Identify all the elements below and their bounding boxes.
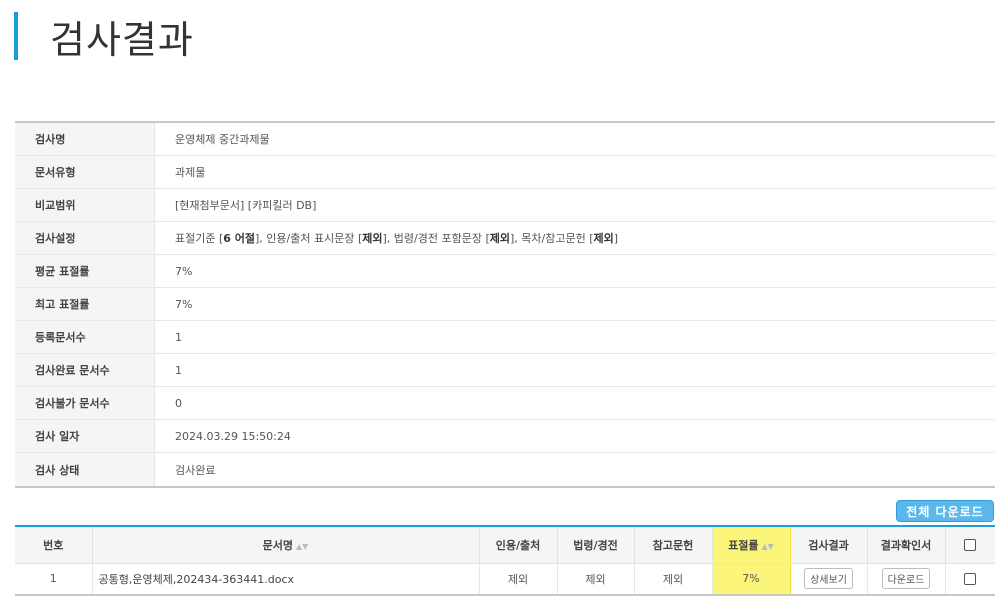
- settings-text: ], 법령/경전 포함문장 [: [382, 232, 490, 245]
- cell-certificate: 다운로드: [867, 563, 946, 595]
- page-header: 검사결과: [14, 10, 194, 62]
- col-header-select-all: [945, 526, 995, 564]
- info-row-max-rate: 최고 표절률 7%: [15, 288, 995, 321]
- info-label: 검사불가 문서수: [15, 387, 155, 419]
- info-row-date: 검사 일자 2024.03.29 15:50:24: [15, 420, 995, 453]
- info-value: 검사완료: [175, 463, 216, 477]
- col-header-doc-name[interactable]: 문서명 ▲▼: [92, 526, 480, 564]
- info-row-doc-type: 문서유형 과제물: [15, 156, 995, 189]
- summary-info-table: 검사명 운영체제 중간과제물 문서유형 과제물 비교범위 [현재첨부문서] [카…: [15, 121, 995, 488]
- info-value: 2024.03.29 15:50:24: [175, 429, 291, 443]
- result-table: 번호 문서명 ▲▼ 인용/출처 법령/경전 참고문헌 표절률 ▲▼ 검사결과 결과확…: [15, 525, 995, 596]
- col-header-no: 번호: [15, 526, 93, 564]
- info-value: 0: [175, 396, 182, 410]
- info-label: 평균 표절률: [15, 255, 155, 287]
- info-row-completed: 검사완료 문서수 1: [15, 354, 995, 387]
- info-value: [현재첨부문서] [카피킬러 DB]: [175, 199, 317, 212]
- info-row-compare-scope: 비교범위 [현재첨부문서] [카피킬러 DB]: [15, 189, 995, 222]
- cell-select: [945, 563, 995, 595]
- info-label: 검사 상태: [15, 453, 155, 486]
- settings-bold: 제외: [362, 232, 383, 245]
- info-value: 7%: [175, 264, 193, 278]
- view-detail-button[interactable]: 상세보기: [804, 568, 853, 590]
- info-value: 과제물: [175, 166, 206, 179]
- info-value: 운영체제 중간과제물: [175, 133, 270, 146]
- col-header-reference: 참고문헌: [634, 526, 713, 564]
- info-label: 문서유형: [15, 156, 155, 188]
- title-accent-bar: [14, 12, 18, 60]
- header-label: 표절률: [728, 538, 759, 552]
- info-label: 검사 일자: [15, 420, 155, 452]
- table-header-row: 번호 문서명 ▲▼ 인용/출처 법령/경전 참고문헌 표절률 ▲▼ 검사결과 결과확…: [15, 525, 995, 564]
- info-label: 검사명: [15, 123, 155, 155]
- cell-reference: 제외: [634, 563, 713, 595]
- info-row-status: 검사 상태 검사완료: [15, 453, 995, 486]
- row-checkbox[interactable]: [964, 573, 977, 586]
- cell-doc-name: 공통형,운영체제,202434-363441.docx: [92, 563, 480, 595]
- info-value: 1: [175, 330, 182, 344]
- info-label: 등록문서수: [15, 321, 155, 353]
- info-row-settings: 검사설정 표절기준 [6 어절], 인용/출처 표시문장 [제외], 법령/경전…: [15, 222, 995, 255]
- info-label: 최고 표절률: [15, 288, 155, 320]
- cell-rate: 7%: [711, 563, 791, 596]
- settings-bold: 제외: [489, 232, 511, 245]
- col-header-law: 법령/경전: [557, 526, 635, 564]
- cell-no: 1: [15, 563, 93, 595]
- col-header-result: 검사결과: [790, 526, 868, 564]
- settings-bold: 6 어절: [223, 232, 256, 245]
- info-value: 1: [175, 363, 182, 377]
- cell-law: 제외: [557, 563, 635, 595]
- download-certificate-button[interactable]: 다운로드: [881, 568, 931, 590]
- page-title: 검사결과: [50, 17, 194, 62]
- sort-arrows-icon[interactable]: ▲▼: [762, 542, 774, 551]
- cell-result: 상세보기: [790, 563, 868, 595]
- settings-text: ]: [613, 231, 619, 245]
- info-label: 비교범위: [15, 189, 155, 221]
- info-label: 검사완료 문서수: [15, 354, 155, 386]
- col-header-certificate: 결과확인서: [867, 526, 946, 564]
- select-all-checkbox[interactable]: [964, 539, 977, 552]
- header-label: 문서명: [262, 538, 294, 552]
- col-header-quote: 인용/출처: [479, 526, 558, 564]
- info-row-avg-rate: 평균 표절률 7%: [15, 255, 995, 288]
- info-row-name: 검사명 운영체제 중간과제물: [15, 123, 995, 156]
- settings-value: 표절기준 [6 어절], 인용/출처 표시문장 [제외], 법령/경전 포함문장…: [155, 222, 995, 254]
- info-value: 7%: [175, 297, 193, 311]
- cell-quote: 제외: [479, 563, 558, 595]
- col-header-rate[interactable]: 표절률 ▲▼: [711, 525, 791, 564]
- settings-text: ], 목차/참고문헌 [: [510, 232, 594, 245]
- sort-arrows-icon[interactable]: ▲▼: [296, 542, 308, 551]
- info-row-registered: 등록문서수 1: [15, 321, 995, 354]
- settings-text: ], 인용/출처 표시문장 [: [255, 232, 363, 245]
- download-all-button[interactable]: 전체 다운로드: [896, 500, 994, 522]
- settings-text: 표절기준 [: [175, 232, 224, 245]
- info-row-failed: 검사불가 문서수 0: [15, 387, 995, 420]
- settings-bold: 제외: [593, 232, 614, 245]
- table-row: 1 공통형,운영체제,202434-363441.docx 제외 제외 제외 7…: [15, 563, 995, 596]
- info-label: 검사설정: [15, 222, 155, 254]
